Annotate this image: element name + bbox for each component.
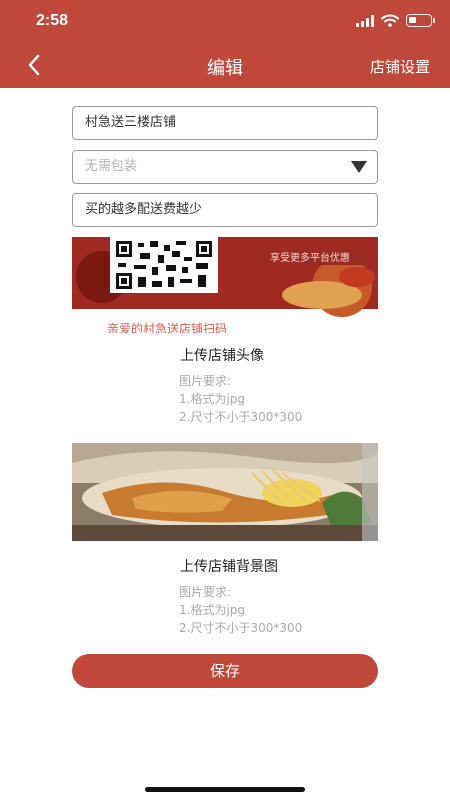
avatar-preview-image: 享受更多平台优惠 亲爱的村急送店铺扫码 bbox=[72, 237, 378, 333]
promo-text-input[interactable]: 买的越多配送费越少 bbox=[72, 193, 378, 227]
requirement-label: 图片要求: bbox=[179, 585, 232, 599]
requirement-format: 1.格式为jpg bbox=[179, 392, 246, 406]
app-header: 2:58 编辑 店铺设置 bbox=[0, 0, 450, 88]
requirement-size: 2.尺寸不小于300*300 bbox=[179, 410, 303, 424]
avatar-image-caption: 亲爱的村急送店铺扫码 bbox=[107, 321, 227, 333]
packaging-select-value: 无需包装 bbox=[85, 159, 138, 174]
requirement-size: 2.尺寸不小于300*300 bbox=[179, 621, 303, 635]
avatar-requirements: 图片要求: 1.格式为jpg 2.尺寸不小于300*300 bbox=[179, 372, 302, 426]
shop-settings-link[interactable]: 店铺设置 bbox=[370, 56, 430, 77]
battery-icon bbox=[406, 14, 435, 27]
background-requirements: 图片要求: 1.格式为jpg 2.尺寸不小于300*300 bbox=[179, 583, 302, 637]
background-upload-image[interactable] bbox=[72, 443, 378, 541]
avatar-image-text: 享受更多平台优惠 bbox=[270, 251, 350, 264]
wifi-icon bbox=[381, 14, 399, 27]
save-button[interactable]: 保存 bbox=[72, 654, 378, 688]
caret-down-icon bbox=[351, 161, 367, 173]
requirement-format: 1.格式为jpg bbox=[179, 603, 246, 617]
signal-icon bbox=[356, 14, 374, 27]
packaging-select[interactable]: 无需包装 bbox=[72, 150, 378, 184]
avatar-upload-image[interactable]: 享受更多平台优惠 亲爱的村急送店铺扫码 bbox=[72, 237, 378, 333]
status-time: 2:58 bbox=[36, 12, 69, 29]
status-icons bbox=[356, 14, 435, 27]
background-upload-title: 上传店铺背景图 bbox=[180, 559, 278, 575]
shop-name-input[interactable]: 村急送三楼店铺 bbox=[72, 106, 378, 140]
home-indicator bbox=[145, 787, 305, 792]
avatar-upload-title: 上传店铺头像 bbox=[180, 348, 264, 364]
background-preview-image bbox=[72, 443, 378, 541]
requirement-label: 图片要求: bbox=[179, 374, 232, 388]
